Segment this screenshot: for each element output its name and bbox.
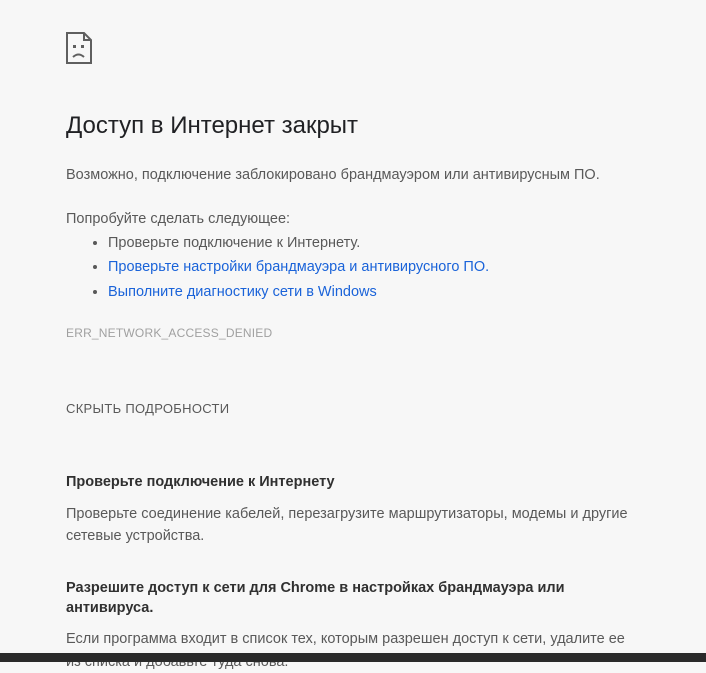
taskbar-edge bbox=[0, 653, 706, 662]
try-label: Попробуйте сделать следующее: bbox=[66, 211, 640, 227]
toggle-details-button[interactable]: СКРЫТЬ ПОДРОБНОСТИ bbox=[66, 401, 229, 416]
suggestion-item: Проверьте подключение к Интернету. bbox=[108, 231, 640, 256]
firewall-settings-link[interactable]: Проверьте настройки брандмауэра и антиви… bbox=[108, 259, 489, 275]
suggestion-list: Проверьте подключение к Интернету. Прове… bbox=[66, 231, 640, 305]
error-heading: Доступ в Интернет закрыт bbox=[66, 112, 640, 141]
error-message: Возможно, подключение заблокировано бран… bbox=[66, 165, 640, 187]
windows-diagnostics-link[interactable]: Выполните диагностику сети в Windows bbox=[108, 284, 377, 300]
suggestion-item: Выполните диагностику сети в Windows bbox=[108, 280, 640, 305]
sad-page-icon bbox=[66, 32, 92, 64]
suggestion-text: Проверьте подключение к Интернету. bbox=[108, 235, 360, 251]
detail-body: Проверьте соединение кабелей, перезагруз… bbox=[66, 503, 640, 548]
detail-heading: Разрешите доступ к сети для Chrome в нас… bbox=[66, 578, 640, 619]
error-page: Доступ в Интернет закрыт Возможно, подкл… bbox=[0, 0, 706, 673]
suggestion-item: Проверьте настройки брандмауэра и антиви… bbox=[108, 255, 640, 280]
error-code: ERR_NETWORK_ACCESS_DENIED bbox=[66, 326, 640, 340]
detail-heading: Проверьте подключение к Интернету bbox=[66, 472, 640, 492]
details-section: Проверьте подключение к Интернету Провер… bbox=[66, 472, 640, 673]
detail-body: Если программа входит в список тех, кото… bbox=[66, 628, 640, 673]
